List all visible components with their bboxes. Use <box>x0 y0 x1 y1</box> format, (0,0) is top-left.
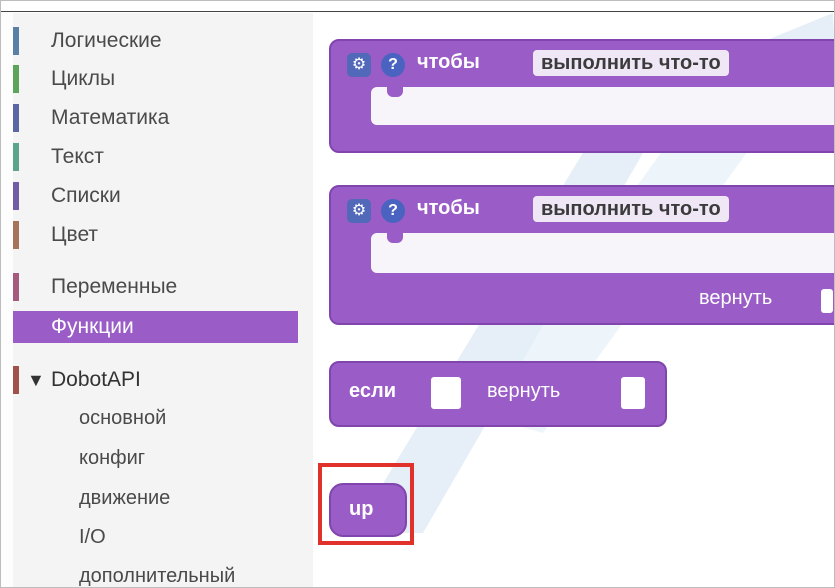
subcategory-config[interactable]: конфиг <box>79 443 145 473</box>
block-keyword: чтобы <box>417 197 480 219</box>
help-icon[interactable]: ? <box>381 199 405 223</box>
category-color-bar <box>13 366 19 394</box>
category-label: Математика <box>51 106 170 129</box>
category-group-label: DobotAPI <box>51 368 141 391</box>
top-border <box>1 1 834 12</box>
category-color-bar <box>13 182 19 210</box>
category-lists[interactable]: Списки <box>13 180 298 212</box>
procedure-name-field[interactable]: выполнить что-то <box>533 196 729 222</box>
category-label: Списки <box>51 184 121 207</box>
category-color-bar <box>13 104 19 132</box>
category-label: Текст <box>51 145 104 168</box>
return-label: вернуть <box>487 380 561 402</box>
category-variables[interactable]: Переменные <box>13 271 298 303</box>
expand-triangle-icon[interactable]: ▼ <box>27 364 45 396</box>
statement-slot[interactable] <box>371 233 834 273</box>
return-label: вернуть <box>699 287 773 309</box>
category-color-bar <box>13 221 19 249</box>
condition-input-socket[interactable] <box>431 377 461 409</box>
category-label: Логические <box>51 29 162 52</box>
subcategory-io[interactable]: I/O <box>79 522 106 552</box>
category-label: Переменные <box>51 275 178 298</box>
procedure-name-field[interactable]: выполнить что-то <box>533 50 729 76</box>
category-functions[interactable]: Функции <box>13 311 298 343</box>
category-math[interactable]: Математика <box>13 102 298 134</box>
category-label: Функции <box>51 315 134 338</box>
category-colour[interactable]: Цвет <box>13 219 298 251</box>
category-label: Цвет <box>51 223 99 246</box>
selection-highlight <box>318 463 414 545</box>
category-loops[interactable]: Циклы <box>13 63 298 95</box>
procedure-def-return-block[interactable]: ⚙ ? чтобы выполнить что-то вернуть <box>329 185 834 325</box>
gear-icon[interactable]: ⚙ <box>347 199 371 223</box>
procedure-def-block[interactable]: ⚙ ? чтобы выполнить что-то <box>329 39 834 153</box>
if-label: если <box>349 380 396 402</box>
category-text[interactable]: Текст <box>13 141 298 173</box>
blockly-editor: Логические Циклы Математика Текст Списки… <box>0 0 835 588</box>
block-keyword: чтобы <box>417 51 480 73</box>
return-input-socket[interactable] <box>821 289 833 313</box>
statement-notch <box>387 233 403 243</box>
category-color-bar <box>13 273 19 301</box>
category-color-bar <box>13 143 19 171</box>
statement-notch <box>387 87 403 97</box>
category-color-bar <box>13 27 19 55</box>
category-color-bar <box>13 65 19 93</box>
category-logic[interactable]: Логические <box>13 25 298 57</box>
help-icon[interactable]: ? <box>381 53 405 77</box>
subcategory-additional[interactable]: дополнительный <box>79 561 235 587</box>
gear-icon[interactable]: ⚙ <box>347 53 371 77</box>
if-return-block[interactable]: если вернуть <box>329 361 667 427</box>
return-input-socket[interactable] <box>621 377 645 409</box>
statement-slot[interactable] <box>371 87 834 125</box>
category-label: Циклы <box>51 67 116 90</box>
subcategory-basic[interactable]: основной <box>79 403 166 433</box>
category-color-bar <box>13 313 19 341</box>
subcategory-motion[interactable]: движение <box>79 483 170 513</box>
